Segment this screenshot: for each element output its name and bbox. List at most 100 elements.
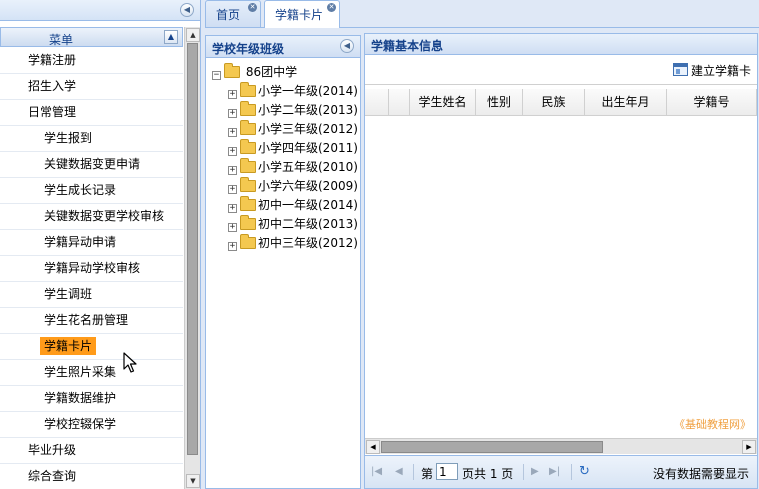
grid-header: 学生姓名 性别 民族 出生年月 学籍号 — [365, 89, 757, 116]
menu-item-label: 关键数据变更申请 — [44, 157, 141, 171]
menu-item[interactable]: 毕业升级 — [0, 438, 183, 464]
column-header[interactable]: 出生年月 — [585, 89, 667, 116]
column-header[interactable]: 性别 — [476, 89, 523, 116]
menu-item[interactable]: 学校控辍保学 — [0, 412, 183, 438]
collapse-menu-icon[interactable]: ▲ — [164, 30, 178, 44]
tree-grade-label: 小学一年级(2014) — [258, 84, 358, 98]
scrollbar-thumb[interactable] — [187, 43, 198, 455]
menu-item[interactable]: 日常管理 — [0, 100, 183, 126]
tree-grade-node[interactable]: + 小学二年级(2013) — [228, 101, 358, 120]
collapse-node-icon[interactable]: − — [212, 71, 221, 80]
tree-grade-node[interactable]: + 小学五年级(2010) — [228, 158, 358, 177]
collapse-left-icon[interactable]: ◀ — [180, 3, 194, 17]
column-header[interactable] — [365, 89, 389, 116]
expand-node-icon[interactable]: + — [228, 166, 237, 175]
menu-item[interactable]: 学籍数据维护 — [0, 386, 183, 412]
form-icon — [672, 63, 688, 76]
menu-item[interactable]: 学生照片采集 — [0, 360, 183, 386]
tab-student-card-label: 学籍卡片 — [275, 8, 324, 22]
scroll-left-icon[interactable]: ◀ — [366, 440, 380, 454]
scroll-up-icon[interactable]: ▲ — [186, 28, 200, 42]
school-tree-panel: 学校年级班级 ◀ − 86团中学 + 小学一年级(2014) + 小学二年级(2013… — [205, 35, 361, 489]
tree-grade-label: 小学四年级(2011) — [258, 141, 358, 155]
tree-grade-label: 初中一年级(2014) — [258, 198, 358, 212]
grid-horizontal-scrollbar[interactable]: ◀ ▶ — [365, 438, 757, 454]
menu-item-label: 学生花名册管理 — [44, 313, 129, 327]
refresh-icon[interactable]: ↻ — [579, 464, 590, 479]
tree-root-node[interactable]: − 86团中学 — [212, 63, 297, 82]
menu-item[interactable]: 学籍卡片 — [0, 334, 183, 360]
close-tab-home-icon[interactable]: ✕ — [248, 3, 257, 12]
expand-node-icon[interactable]: + — [228, 128, 237, 137]
tree-grade-label: 小学六年级(2009) — [258, 179, 358, 193]
close-tab-student-card-icon[interactable]: ✕ — [327, 3, 336, 12]
menu-item[interactable]: 学生花名册管理 — [0, 308, 183, 334]
mouse-cursor-icon — [123, 352, 137, 373]
menu-item-label: 招生入学 — [28, 79, 77, 93]
menu-item-label: 学籍注册 — [28, 53, 77, 67]
scroll-right-icon[interactable]: ▶ — [742, 440, 756, 454]
next-page-icon[interactable]: ▶ — [531, 466, 539, 478]
menu-item[interactable]: 招生入学 — [0, 74, 183, 100]
menu-item-label: 学校控辍保学 — [44, 417, 117, 431]
prev-page-icon[interactable]: ◀ — [395, 466, 403, 478]
expand-node-icon[interactable]: + — [228, 147, 237, 156]
menu-item-label: 学籍卡片 — [40, 337, 97, 355]
tree-grade-node[interactable]: + 小学六年级(2009) — [228, 177, 358, 196]
expand-node-icon[interactable]: + — [228, 223, 237, 232]
column-header[interactable] — [389, 89, 410, 116]
tree-grade-label: 初中二年级(2013) — [258, 217, 358, 231]
tree-grade-node[interactable]: + 小学三年级(2012) — [228, 120, 358, 139]
tab-home[interactable]: 首页 ✕ — [205, 0, 261, 27]
menu-item[interactable]: 学生成长记录 — [0, 178, 183, 204]
menu-item[interactable]: 综合查询 — [0, 464, 183, 489]
build-student-card-button[interactable]: 建立学籍卡 — [672, 61, 751, 81]
menu-item[interactable]: 学籍异动申请 — [0, 230, 183, 256]
menu-item[interactable]: 关键数据变更学校审核 — [0, 204, 183, 230]
pager-separator — [523, 464, 524, 480]
menu-item-label: 学籍数据维护 — [44, 391, 117, 405]
tree-grade-node[interactable]: + 初中三年级(2012) — [228, 234, 358, 253]
horizontal-scrollbar-thumb[interactable] — [381, 441, 603, 453]
menu-item[interactable]: 学生报到 — [0, 126, 183, 152]
folder-icon — [240, 196, 256, 211]
tab-home-label: 首页 — [216, 8, 241, 22]
menu-item[interactable]: 学籍注册 — [0, 48, 183, 74]
expand-node-icon[interactable]: + — [228, 109, 237, 118]
tree-panel-title: 学校年级班级 — [212, 42, 285, 56]
build-student-card-label: 建立学籍卡 — [690, 64, 751, 78]
collapse-tree-icon[interactable]: ◀ — [340, 39, 354, 53]
column-header[interactable]: 学生姓名 — [410, 89, 476, 116]
left-menu-panel: ◀ 菜单 ▲ 学籍注册招生入学日常管理学生报到关键数据变更申请学生成长记录 关键数… — [0, 0, 201, 489]
menu-list: 学籍注册招生入学日常管理学生报到关键数据变更申请学生成长记录 关键数据变更学校审核… — [0, 48, 183, 489]
menu-item[interactable]: 关键数据变更申请 — [0, 152, 183, 178]
pagination-bar: |◀ ◀ 第 页共 1 页 ▶ ▶| ↻ 没有数据需要显示 — [365, 455, 757, 488]
tab-bar: 首页 ✕ 学籍卡片 ✕ — [205, 0, 759, 28]
tree-panel-header: 学校年级班级 ◀ — [206, 36, 360, 58]
last-page-icon[interactable]: ▶| — [549, 466, 560, 478]
menu-item[interactable]: 学生调班 — [0, 282, 183, 308]
menu-title: 菜单 — [48, 33, 73, 47]
menu-item-label: 日常管理 — [28, 105, 77, 119]
tree-grade-node[interactable]: + 小学一年级(2014) — [228, 82, 358, 101]
folder-icon — [240, 234, 256, 249]
tree-grade-node[interactable]: + 初中一年级(2014) — [228, 196, 358, 215]
tab-student-card[interactable]: 学籍卡片 ✕ — [264, 0, 340, 28]
page-number-input[interactable] — [436, 463, 458, 480]
column-header[interactable]: 学籍号 — [667, 89, 757, 116]
tree-grade-node[interactable]: + 初中二年级(2013) — [228, 215, 358, 234]
column-header[interactable]: 民族 — [523, 89, 585, 116]
pager-status-text: 没有数据需要显示 — [652, 467, 749, 481]
folder-icon — [240, 215, 256, 230]
expand-node-icon[interactable]: + — [228, 90, 237, 99]
expand-node-icon[interactable]: + — [228, 185, 237, 194]
folder-icon — [240, 120, 256, 135]
expand-node-icon[interactable]: + — [228, 204, 237, 213]
folder-icon — [240, 139, 256, 154]
first-page-icon[interactable]: |◀ — [371, 466, 382, 478]
scroll-down-icon[interactable]: ▼ — [186, 474, 200, 488]
menu-item[interactable]: 学籍异动学校审核 — [0, 256, 183, 282]
menu-vertical-scrollbar[interactable]: ▲ ▼ — [184, 27, 200, 489]
tree-grade-node[interactable]: + 小学四年级(2011) — [228, 139, 358, 158]
expand-node-icon[interactable]: + — [228, 242, 237, 251]
